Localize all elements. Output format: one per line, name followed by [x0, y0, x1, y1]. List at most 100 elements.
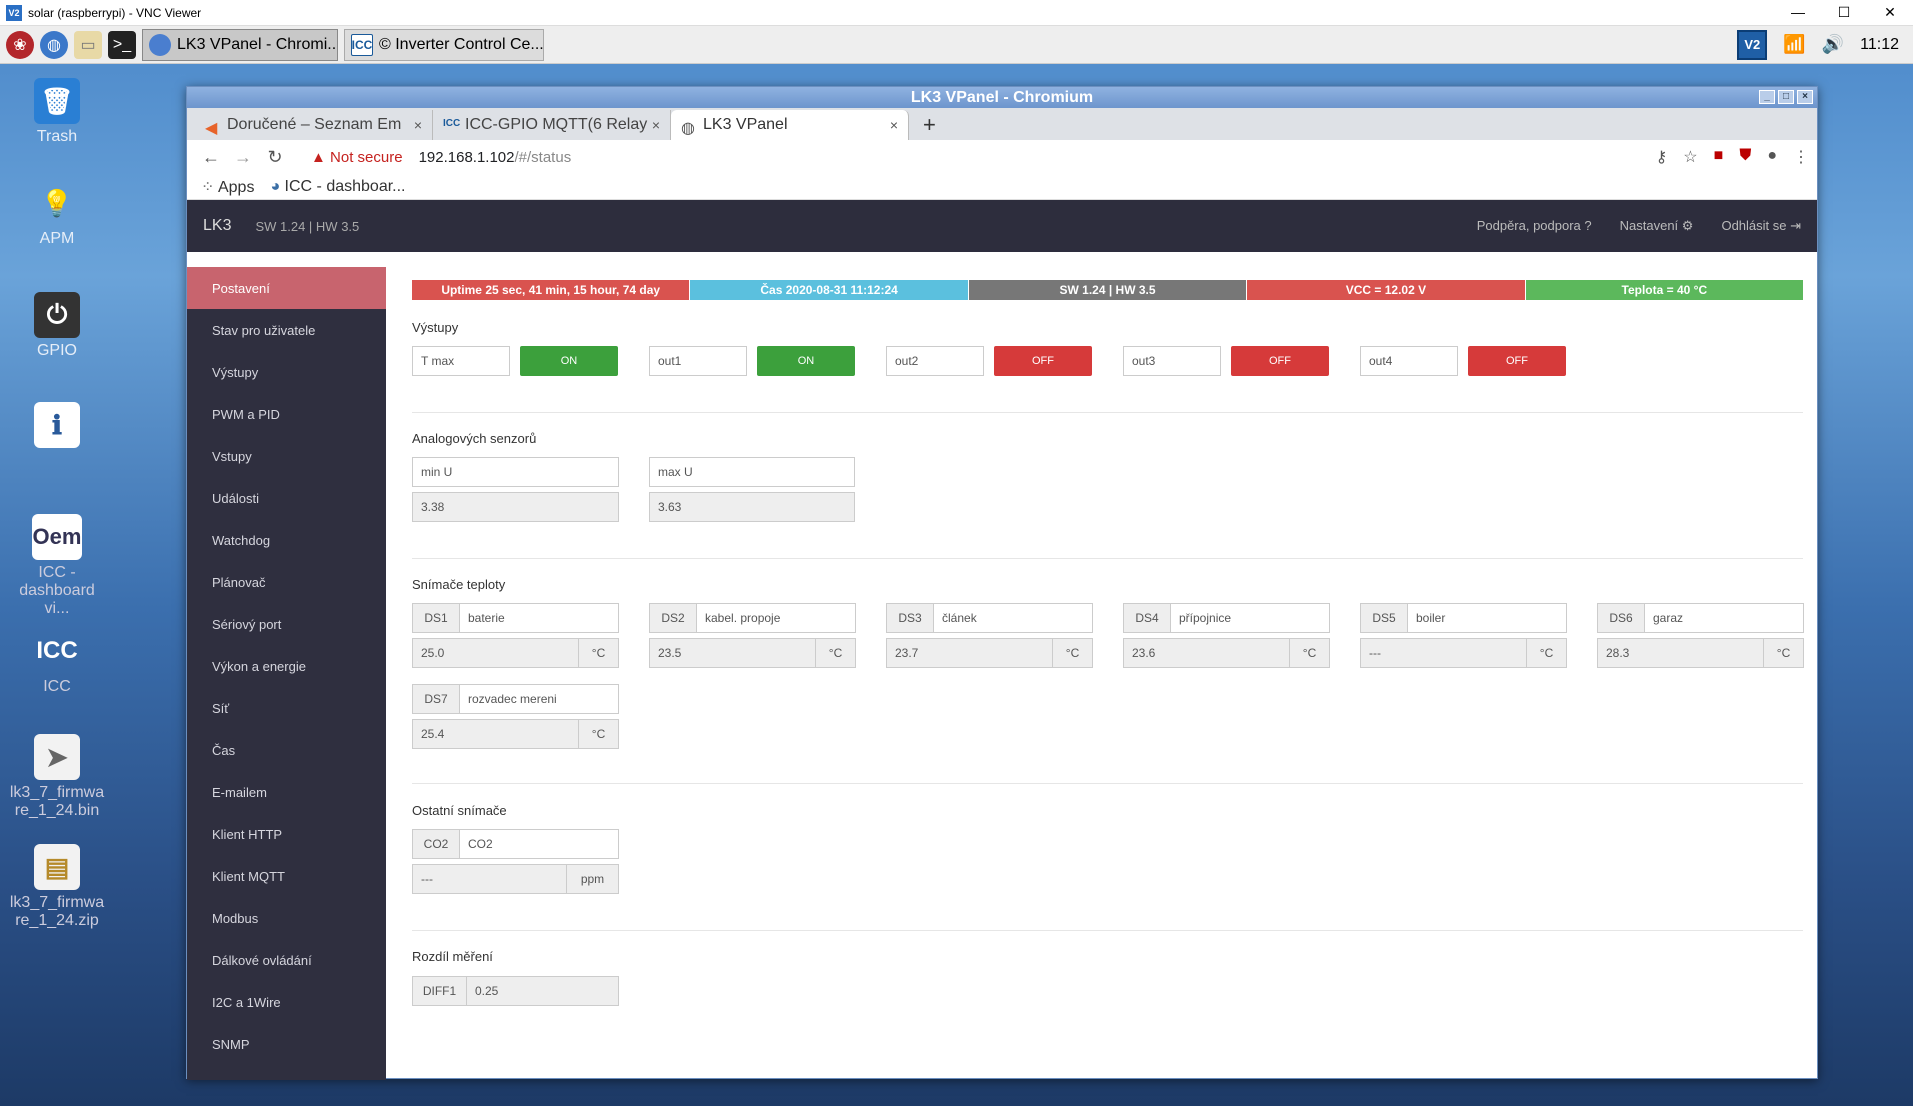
- analog-value: 3.38: [412, 492, 619, 522]
- tab-strip: ◀ Doručené – Seznam Em × ICC ICC-GPIO MQ…: [187, 108, 1817, 140]
- sidebar-item-stav[interactable]: Stav pro uživatele: [187, 309, 386, 351]
- maximize-button[interactable]: ☐: [1821, 4, 1867, 21]
- sensor-unit: °C: [1763, 638, 1804, 668]
- desktop-icon-icc[interactable]: ICC ICC: [8, 628, 106, 696]
- desktop-icon-trash[interactable]: 🗑 Trash: [8, 78, 106, 146]
- vnc-logo-icon: V2: [6, 4, 22, 21]
- desktop-icon-apm[interactable]: 💡 APM: [8, 180, 106, 248]
- desktop-icon-firmware-zip[interactable]: ▤ lk3_7_firmware_1_24.zip: [8, 844, 106, 930]
- sidebar-item-planovac[interactable]: Plánovač: [187, 561, 386, 603]
- star-icon[interactable]: ☆: [1683, 147, 1697, 167]
- sidebar-item-vykon[interactable]: Výkon a energie: [187, 645, 386, 687]
- output-toggle-button[interactable]: OFF: [1231, 346, 1329, 376]
- time-badge: Čas 2020-08-31 11:12:24: [690, 280, 969, 300]
- output-name: out2: [886, 346, 984, 376]
- vnc-title-bar: V2 solar (raspberrypi) - VNC Viewer — ☐ …: [0, 0, 1913, 26]
- sidebar-item-pwm[interactable]: PWM a PID: [187, 393, 386, 435]
- logout-link[interactable]: Odhlásit se ⇥: [1721, 218, 1801, 234]
- tab-close-icon[interactable]: ×: [890, 117, 898, 133]
- raspberry-menu-icon[interactable]: ❀: [6, 30, 34, 59]
- sensor-value: ---: [1360, 638, 1527, 668]
- file-manager-icon[interactable]: ▭: [74, 30, 102, 59]
- analog-title: Analogových senzorů: [412, 431, 537, 446]
- menu-icon[interactable]: ⋮: [1793, 147, 1809, 167]
- sensor-unit: °C: [1052, 638, 1093, 668]
- window-close-button[interactable]: ×: [1797, 90, 1813, 104]
- desktop-icon-gpio[interactable]: ⏻ GPIO: [8, 292, 106, 360]
- desktop-icon-firmware-bin[interactable]: ➤ lk3_7_firmware_1_24.bin: [8, 734, 106, 820]
- sidebar-item-udalosti[interactable]: Události: [187, 477, 386, 519]
- url-bar[interactable]: 192.168.1.102/#/status: [419, 149, 572, 166]
- close-button[interactable]: ✕: [1867, 4, 1913, 21]
- status-bar: Uptime 25 sec, 41 min, 15 hour, 74 day Č…: [412, 280, 1804, 300]
- sidebar-item-vstupy[interactable]: Vstupy: [187, 435, 386, 477]
- sidebar-item-dalkove[interactable]: Dálkové ovládání: [187, 939, 386, 981]
- support-link[interactable]: Podpěra, podpora ?: [1477, 218, 1592, 234]
- window-minimize-button[interactable]: _: [1759, 90, 1775, 104]
- desktop-icon-icc-dashboard[interactable]: Oem ICC - dashboard vi...: [8, 514, 106, 618]
- task-inverter[interactable]: ICC © Inverter Control Ce...: [344, 28, 544, 61]
- wifi-icon[interactable]: 📶: [1783, 34, 1805, 55]
- output-name: T max: [412, 346, 510, 376]
- sensor-value: 23.5: [649, 638, 816, 668]
- clock: 11:12: [1860, 35, 1899, 53]
- address-row: ← → ↻ ▲ Not secure 192.168.1.102/#/statu…: [187, 140, 1817, 174]
- tab-seznam[interactable]: ◀ Doručené – Seznam Em ×: [195, 110, 433, 140]
- taskbar: ❀ ◍ ▭ >_ LK3 VPanel - Chromi... ICC © In…: [0, 26, 1913, 64]
- ublock-icon[interactable]: ⛊: [1739, 147, 1751, 167]
- vcc-badge: VCC = 12.02 V: [1247, 280, 1526, 300]
- sidebar-item-i2c[interactable]: I2C a 1Wire: [187, 981, 386, 1023]
- output-toggle-button[interactable]: ON: [757, 346, 855, 376]
- bookmark-icc-dashboard[interactable]: ◕ ICC - dashboar...: [270, 178, 405, 196]
- dashboard-icon: ◕: [270, 177, 285, 195]
- tab-close-icon[interactable]: ×: [414, 117, 422, 133]
- zip-file-icon: ▤: [34, 844, 80, 890]
- sidebar-item-vystupy[interactable]: Výstupy: [187, 351, 386, 393]
- app-brand[interactable]: LK3: [203, 217, 231, 235]
- profile-icon[interactable]: ●: [1767, 147, 1777, 167]
- sidebar-item-watchdog[interactable]: Watchdog: [187, 519, 386, 561]
- sidebar-item-serial[interactable]: Sériový port: [187, 603, 386, 645]
- bookmark-apps[interactable]: ⁘ Apps: [201, 177, 254, 197]
- output-name: out3: [1123, 346, 1221, 376]
- desktop-icon-info[interactable]: ℹ: [8, 402, 106, 452]
- tab-icc-gpio[interactable]: ICC ICC-GPIO MQTT(6 Relay ×: [433, 110, 671, 140]
- extension-icon[interactable]: ■: [1714, 147, 1724, 167]
- sidebar-item-http[interactable]: Klient HTTP: [187, 813, 386, 855]
- sensor-value: ---: [412, 864, 567, 894]
- output-toggle-button[interactable]: ON: [520, 346, 618, 376]
- output-toggle-button[interactable]: OFF: [1468, 346, 1566, 376]
- sidebar-item-mqtt[interactable]: Klient MQTT: [187, 855, 386, 897]
- settings-link[interactable]: Nastavení ⚙: [1620, 218, 1694, 234]
- sensor-name: boiler: [1407, 603, 1567, 633]
- web-browser-icon[interactable]: ◍: [40, 30, 68, 59]
- sensor-unit: °C: [1289, 638, 1330, 668]
- not-secure-warning[interactable]: ▲ Not secure: [311, 149, 403, 166]
- sidebar-item-cas[interactable]: Čas: [187, 729, 386, 771]
- trash-icon: 🗑: [34, 78, 80, 124]
- version-badge: SW 1.24 | HW 3.5: [968, 280, 1248, 300]
- sensor-name: článek: [933, 603, 1093, 633]
- terminal-icon[interactable]: >_: [108, 30, 136, 59]
- key-icon[interactable]: ⚷: [1656, 147, 1668, 167]
- minimize-button[interactable]: —: [1775, 4, 1821, 21]
- sidebar-item-sit[interactable]: Síť: [187, 687, 386, 729]
- tab-lk3-vpanel[interactable]: ◍ LK3 VPanel ×: [671, 110, 909, 140]
- sidebar-item-postaveni[interactable]: Postavení: [187, 267, 386, 309]
- reload-icon[interactable]: ↻: [259, 147, 291, 168]
- vnc-tray-icon[interactable]: V2: [1737, 29, 1768, 60]
- output-toggle-button[interactable]: OFF: [994, 346, 1092, 376]
- task-chromium[interactable]: LK3 VPanel - Chromi...: [142, 28, 338, 61]
- tab-close-icon[interactable]: ×: [652, 117, 660, 133]
- new-tab-button[interactable]: +: [909, 110, 950, 140]
- sensor-value: 25.4: [412, 719, 579, 749]
- forward-icon[interactable]: →: [227, 147, 259, 168]
- sensor-id: DS3: [886, 603, 934, 633]
- app-version: SW 1.24 | HW 3.5: [255, 218, 360, 234]
- sidebar-item-email[interactable]: E-mailem: [187, 771, 386, 813]
- back-icon[interactable]: ←: [195, 147, 227, 168]
- window-maximize-button[interactable]: □: [1778, 90, 1794, 104]
- sidebar-item-modbus[interactable]: Modbus: [187, 897, 386, 939]
- sidebar-item-snmp[interactable]: SNMP: [187, 1023, 386, 1065]
- volume-icon[interactable]: 🔊: [1822, 34, 1844, 55]
